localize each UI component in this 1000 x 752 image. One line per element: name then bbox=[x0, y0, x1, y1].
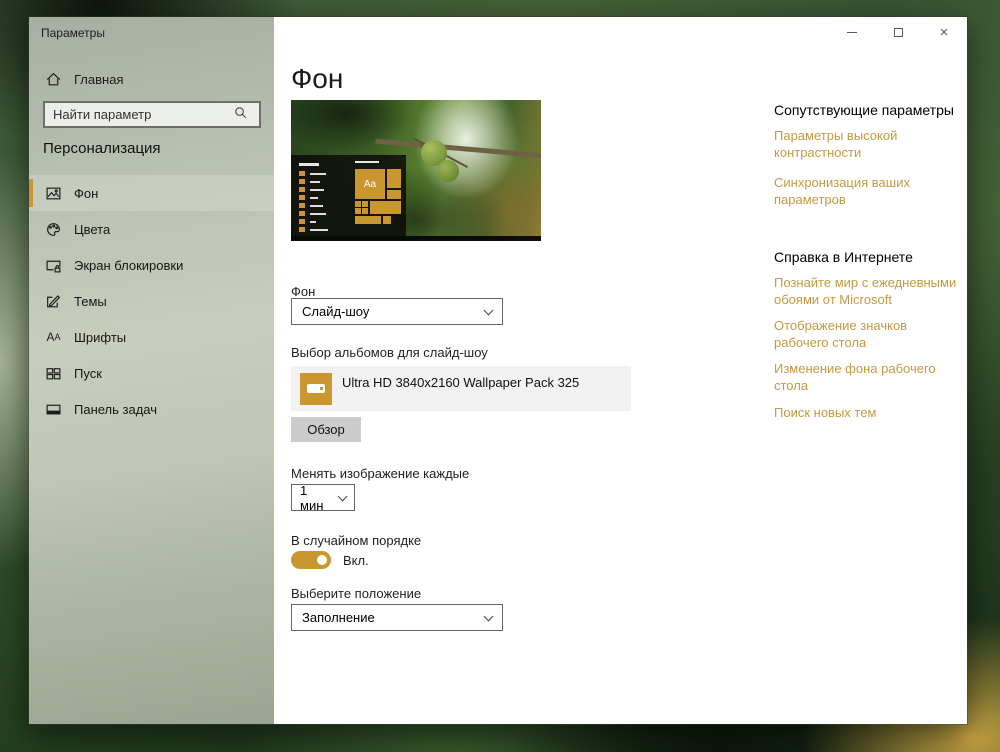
search-icon[interactable] bbox=[233, 105, 253, 125]
sidebar-item-label: Пуск bbox=[74, 365, 102, 381]
shuffle-state: Вкл. bbox=[343, 552, 369, 568]
interval-dropdown-value: 1 мин bbox=[300, 482, 324, 513]
link-change-background[interactable]: Изменение фона рабочего стола bbox=[774, 360, 962, 394]
window-controls: × bbox=[829, 17, 967, 47]
sidebar-item-fonts[interactable]: Шрифты bbox=[29, 319, 274, 355]
sidebar-home-label: Главная bbox=[74, 71, 124, 87]
rail-row bbox=[299, 187, 328, 192]
maximize-icon bbox=[893, 27, 903, 37]
themes-icon bbox=[45, 293, 62, 310]
close-icon: × bbox=[939, 23, 949, 41]
wallpaper-preview: Aa bbox=[291, 100, 541, 241]
tile bbox=[355, 201, 361, 207]
chevron-down-icon bbox=[337, 491, 348, 501]
chevron-down-icon bbox=[483, 305, 494, 315]
rail-row bbox=[299, 179, 328, 184]
lock-screen-icon bbox=[45, 257, 62, 274]
interval-label: Менять изображение каждые bbox=[291, 466, 470, 481]
sidebar-item-label: Темы bbox=[74, 293, 107, 309]
background-label: Фон bbox=[291, 284, 316, 299]
fit-label: Выберите положение bbox=[291, 586, 422, 601]
tile bbox=[355, 216, 381, 224]
minimize-button[interactable] bbox=[829, 17, 875, 47]
rail-row bbox=[299, 219, 328, 224]
album-row[interactable]: Ultra HD 3840x2160 Wallpaper Pack 325 bbox=[291, 366, 631, 411]
web-help-title: Справка в Интернете bbox=[774, 248, 913, 265]
link-daily-wallpapers[interactable]: Познайте мир с ежедневными обоями от Mic… bbox=[774, 274, 962, 308]
image-icon bbox=[45, 185, 62, 202]
sidebar-item-home[interactable]: Главная bbox=[29, 63, 274, 95]
sidebar-item-start[interactable]: Пуск bbox=[29, 355, 274, 391]
taskbar-preview bbox=[291, 236, 541, 241]
background-dropdown-value: Слайд-шоу bbox=[302, 304, 370, 319]
album-label: Выбор альбомов для слайд-шоу bbox=[291, 345, 488, 360]
tile bbox=[383, 216, 391, 224]
palette-icon bbox=[45, 221, 62, 238]
minimize-icon bbox=[847, 31, 857, 33]
rail-row bbox=[299, 195, 328, 200]
tile bbox=[387, 169, 401, 188]
fit-dropdown-value: Заполнение bbox=[302, 610, 375, 625]
taskbar-icon bbox=[45, 401, 62, 418]
sidebar: Параметры Главная Персонализация Фон bbox=[29, 17, 274, 724]
start-layout-icon bbox=[45, 365, 62, 382]
album-icon bbox=[300, 372, 332, 405]
start-menu-preview: Aa bbox=[291, 155, 406, 236]
album-name: Ultra HD 3840x2160 Wallpaper Pack 325 bbox=[342, 375, 580, 390]
browse-button[interactable]: Обзор bbox=[291, 417, 361, 442]
related-settings-title: Сопутствующие параметры bbox=[774, 102, 954, 118]
link-sync-settings[interactable]: Синхронизация ваших параметров bbox=[774, 174, 962, 208]
sidebar-item-colors[interactable]: Цвета bbox=[29, 211, 274, 247]
tile bbox=[387, 190, 401, 199]
rail-row bbox=[299, 171, 328, 176]
fonts-icon bbox=[45, 329, 62, 346]
preview-acorn bbox=[437, 160, 459, 182]
tile-aa: Aa bbox=[355, 169, 385, 199]
tile bbox=[370, 201, 401, 214]
rail-row bbox=[299, 227, 328, 232]
tiles-header-dash bbox=[355, 161, 379, 163]
rail-header-dash bbox=[299, 163, 319, 166]
sidebar-item-label: Экран блокировки bbox=[74, 257, 184, 273]
tile bbox=[355, 208, 361, 214]
search-input[interactable] bbox=[45, 107, 233, 122]
tile bbox=[362, 208, 368, 214]
sidebar-item-lock-screen[interactable]: Экран блокировки bbox=[29, 247, 274, 283]
toggle-knob bbox=[317, 555, 327, 565]
sidebar-item-label: Панель задач bbox=[74, 401, 158, 417]
right-column: Сопутствующие параметры Параметры высоко… bbox=[774, 102, 962, 430]
background-dropdown[interactable]: Слайд-шоу bbox=[291, 298, 503, 325]
interval-dropdown[interactable]: 1 мин bbox=[291, 482, 355, 513]
page-title: Фон bbox=[291, 63, 344, 94]
sidebar-section-title: Персонализация bbox=[43, 140, 161, 157]
shuffle-label: В случайном порядке bbox=[291, 533, 422, 548]
fit-dropdown[interactable]: Заполнение bbox=[291, 604, 503, 631]
rail-row bbox=[299, 203, 328, 208]
tile bbox=[362, 201, 368, 207]
sidebar-item-themes[interactable]: Темы bbox=[29, 283, 274, 319]
search-box bbox=[43, 101, 261, 128]
sidebar-item-taskbar[interactable]: Панель задач bbox=[29, 391, 274, 427]
home-icon bbox=[45, 71, 62, 88]
window-title: Параметры bbox=[41, 26, 105, 40]
close-button[interactable]: × bbox=[921, 17, 967, 47]
sidebar-item-background[interactable]: Фон bbox=[29, 175, 274, 211]
sidebar-item-label: Цвета bbox=[74, 221, 111, 237]
link-desktop-icons[interactable]: Отображение значков рабочего стола bbox=[774, 317, 962, 351]
rail-row bbox=[299, 211, 328, 216]
sidebar-item-label: Шрифты bbox=[74, 329, 127, 345]
sidebar-item-label: Фон bbox=[74, 185, 99, 201]
start-menu-tiles: Aa bbox=[355, 161, 402, 224]
content-pane: × Фон Aa Фон Слайд-шоу Выбор альбомов дл… bbox=[274, 17, 967, 724]
link-find-themes[interactable]: Поиск новых тем bbox=[774, 404, 962, 421]
start-menu-rail bbox=[299, 163, 328, 235]
shuffle-toggle-row: Вкл. bbox=[291, 551, 369, 569]
chevron-down-icon bbox=[483, 611, 494, 621]
maximize-button[interactable] bbox=[875, 17, 921, 47]
sidebar-nav: Фон Цвета Экран блокировки Темы A A Шриф… bbox=[29, 175, 274, 427]
settings-window: Параметры Главная Персонализация Фон bbox=[28, 16, 968, 725]
link-high-contrast[interactable]: Параметры высокой контрастности bbox=[774, 127, 962, 161]
shuffle-toggle[interactable] bbox=[291, 551, 331, 569]
